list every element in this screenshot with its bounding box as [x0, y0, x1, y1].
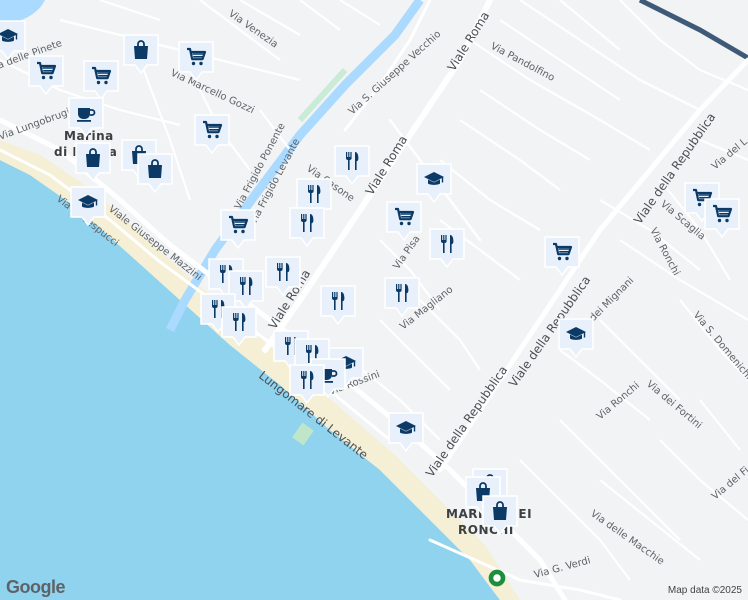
map-attribution[interactable]: Map data ©2025: [668, 585, 742, 596]
map-canvas[interactable]: Marinadi Massa MARINA DEIRONCHI Viale Ro…: [0, 0, 748, 600]
poi-marker-transit[interactable]: [488, 569, 506, 587]
google-logo[interactable]: Google: [6, 577, 66, 598]
transit-icon: [488, 569, 506, 587]
